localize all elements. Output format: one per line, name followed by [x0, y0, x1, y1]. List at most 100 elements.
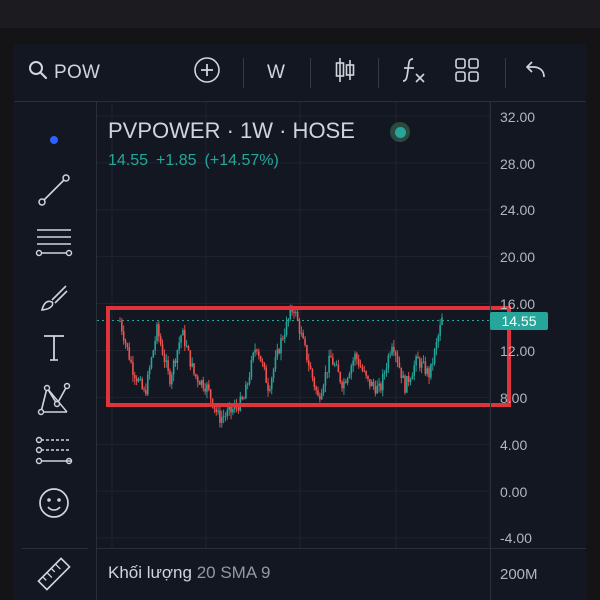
- candle: [126, 342, 129, 351]
- candle: [396, 350, 399, 368]
- candle: [146, 370, 149, 397]
- candle: [322, 383, 325, 397]
- candle: [248, 372, 251, 386]
- candle: [418, 356, 421, 372]
- legend-change-pct: (+14.57%): [204, 152, 279, 169]
- candle: [159, 333, 162, 347]
- candle: [313, 376, 316, 391]
- candle: [422, 355, 425, 364]
- candle: [300, 326, 303, 337]
- candle: [154, 336, 156, 355]
- candle: [370, 379, 373, 387]
- candle: [283, 328, 286, 344]
- candle: [441, 313, 443, 326]
- candle: [315, 385, 317, 395]
- candle: [417, 351, 419, 359]
- candle: [307, 353, 310, 372]
- candle: [183, 325, 186, 352]
- candle: [280, 334, 282, 361]
- candle: [161, 339, 164, 356]
- candle: [426, 365, 428, 377]
- candle: [326, 372, 329, 379]
- candle: [363, 365, 366, 373]
- candle: [435, 338, 438, 356]
- candle: [208, 379, 210, 392]
- volume-axis-tick: 200M: [500, 566, 538, 583]
- candle: [389, 351, 391, 359]
- symbol-legend-title: PVPOWER · 1W · HOSE: [108, 118, 355, 143]
- candle: [245, 381, 247, 399]
- candle: [143, 386, 145, 393]
- candle: [407, 372, 410, 387]
- price-tick: -4.00: [500, 530, 532, 546]
- market-status-dot: [390, 122, 410, 142]
- candle: [215, 406, 218, 416]
- candle: [278, 347, 280, 355]
- candle: [217, 406, 219, 415]
- candle: [269, 385, 271, 393]
- candle: [152, 349, 155, 358]
- candle: [372, 378, 375, 390]
- candle: [341, 380, 343, 392]
- candle: [196, 374, 199, 388]
- volume-legend[interactable]: Khối lượng 20 SMA 9: [108, 563, 270, 583]
- candle: [171, 371, 173, 390]
- candle: [150, 356, 153, 370]
- candle: [158, 321, 160, 343]
- candle: [350, 363, 353, 380]
- candle: [306, 344, 308, 363]
- candle: [302, 329, 305, 340]
- candle: [141, 376, 144, 390]
- candle: [431, 357, 434, 371]
- candle: [374, 380, 377, 397]
- candle: [119, 317, 121, 323]
- candle: [263, 362, 266, 371]
- candle: [163, 349, 166, 368]
- candle: [198, 380, 201, 385]
- candle: [319, 392, 321, 403]
- price-tick: 0.00: [500, 484, 528, 500]
- candle: [391, 343, 393, 357]
- candle: [415, 354, 417, 372]
- candle: [324, 365, 327, 393]
- candle: [259, 355, 262, 362]
- candle: [209, 388, 212, 405]
- candle: [433, 348, 436, 366]
- candle: [352, 357, 354, 372]
- candle: [411, 372, 414, 380]
- candle: [230, 405, 232, 420]
- candle: [134, 371, 136, 385]
- candle: [202, 376, 205, 392]
- candle: [285, 316, 288, 337]
- candle: [437, 333, 440, 348]
- candle: [139, 375, 142, 381]
- candle: [367, 375, 369, 382]
- candle: [176, 349, 179, 370]
- candle: [191, 357, 193, 368]
- candle: [239, 392, 242, 412]
- candle: [252, 351, 255, 363]
- candle: [365, 370, 367, 379]
- price-tick: 24.00: [500, 202, 536, 218]
- last-price-tag: 14.55: [490, 312, 548, 330]
- candle: [376, 380, 379, 395]
- price-tick: 12.00: [500, 343, 536, 359]
- candle: [178, 336, 181, 355]
- candle: [385, 362, 388, 377]
- candle: [428, 366, 430, 385]
- price-tick: 16.00: [500, 296, 536, 312]
- candle: [137, 377, 140, 383]
- candle: [270, 376, 273, 395]
- candle: [219, 404, 221, 428]
- price-tick: 32.00: [500, 109, 536, 125]
- candle: [287, 318, 290, 327]
- volume-label: Khối lượng: [108, 563, 192, 582]
- candle: [328, 349, 330, 378]
- candle: [241, 395, 243, 401]
- candle: [387, 353, 390, 373]
- candle: [359, 359, 362, 368]
- candle: [343, 377, 345, 395]
- candle: [369, 378, 371, 390]
- candle: [195, 373, 197, 380]
- candle: [361, 364, 364, 373]
